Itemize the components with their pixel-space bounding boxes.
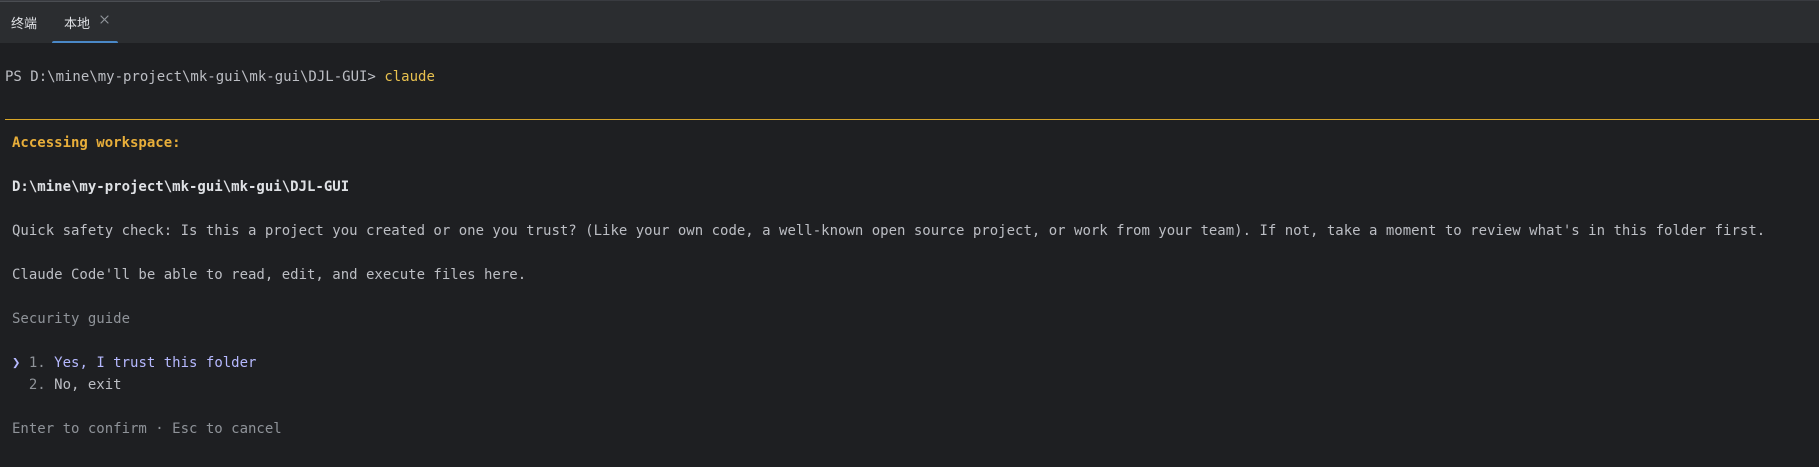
workspace-heading: Accessing workspace:	[12, 135, 181, 151]
option-number: 2.	[28, 377, 46, 393]
keyboard-hint: Enter to confirm · Esc to cancel	[12, 421, 282, 437]
tab-local[interactable]: 本地	[52, 1, 118, 44]
close-icon[interactable]	[99, 14, 110, 25]
option-label: Yes, I trust this folder	[54, 355, 257, 371]
capability-text: Claude Code'll be able to read, edit, an…	[12, 267, 527, 283]
option-exit[interactable]: 2. No, exit	[12, 376, 122, 394]
tab-local-label: 本地	[64, 17, 91, 32]
prompt-command: claude	[384, 69, 435, 85]
workspace-path: D:\mine\my-project\mk-gui\mk-gui\DJL-GUI	[12, 179, 350, 195]
option-number: 1.	[28, 355, 46, 371]
option-label: No, exit	[54, 377, 122, 393]
panel-divider	[5, 119, 1819, 120]
terminal-output[interactable]: PS D:\mine\my-project\mk-gui\mk-gui\DJL-…	[0, 43, 1819, 467]
terminal-tab-bar: 终端 本地	[0, 0, 1819, 44]
option-trust-folder[interactable]: ❯ 1. Yes, I trust this folder	[12, 354, 256, 372]
prompt-path: PS D:\mine\my-project\mk-gui\mk-gui\DJL-…	[5, 69, 376, 85]
tab-terminal[interactable]: 终端	[11, 13, 37, 32]
safety-check-text: Quick safety check: Is this a project yo…	[12, 223, 1766, 239]
prompt-line: PS D:\mine\my-project\mk-gui\mk-gui\DJL-…	[5, 68, 435, 86]
security-guide-link[interactable]: Security guide	[12, 310, 130, 328]
selection-pointer-icon: ❯	[12, 355, 21, 371]
